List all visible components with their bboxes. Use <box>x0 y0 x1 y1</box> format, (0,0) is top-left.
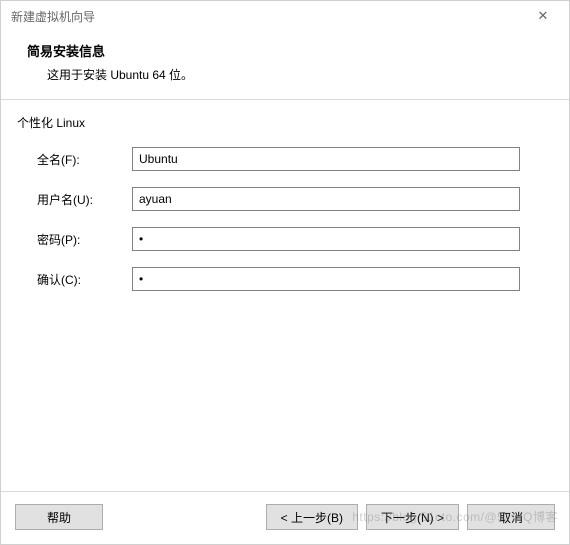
fullname-label: 全名(F): <box>37 151 132 168</box>
header-subtitle: 这用于安装 Ubuntu 64 位。 <box>27 66 543 83</box>
username-input[interactable] <box>132 187 520 211</box>
help-button[interactable]: 帮助 <box>15 504 103 530</box>
username-row: 用户名(U): <box>17 187 553 211</box>
confirm-row: 确认(C): <box>17 267 553 291</box>
back-button[interactable]: < 上一步(B) <box>266 504 358 530</box>
wizard-window: 新建虚拟机向导 ✕ 简易安装信息 这用于安装 Ubuntu 64 位。 个性化 … <box>0 0 570 545</box>
window-title: 新建虚拟机向导 <box>11 8 95 25</box>
header-section: 简易安装信息 这用于安装 Ubuntu 64 位。 <box>1 31 569 100</box>
next-button[interactable]: 下一步(N) > <box>366 504 459 530</box>
fullname-input[interactable] <box>132 147 520 171</box>
password-input[interactable] <box>132 227 520 251</box>
cancel-button[interactable]: 取消 <box>467 504 555 530</box>
fullname-row: 全名(F): <box>17 147 553 171</box>
footer: 帮助 < 上一步(B) 下一步(N) > 取消 <box>1 491 569 544</box>
close-icon[interactable]: ✕ <box>525 2 561 30</box>
confirm-label: 确认(C): <box>37 271 132 288</box>
titlebar: 新建虚拟机向导 ✕ <box>1 1 569 31</box>
header-title: 简易安装信息 <box>27 41 543 60</box>
section-label: 个性化 Linux <box>17 114 553 131</box>
footer-right: < 上一步(B) 下一步(N) > 取消 <box>266 504 555 530</box>
username-label: 用户名(U): <box>37 191 132 208</box>
confirm-input[interactable] <box>132 267 520 291</box>
content-area: 个性化 Linux 全名(F): 用户名(U): 密码(P): 确认(C): <box>1 100 569 491</box>
password-row: 密码(P): <box>17 227 553 251</box>
password-label: 密码(P): <box>37 231 132 248</box>
footer-left: 帮助 <box>15 504 103 530</box>
